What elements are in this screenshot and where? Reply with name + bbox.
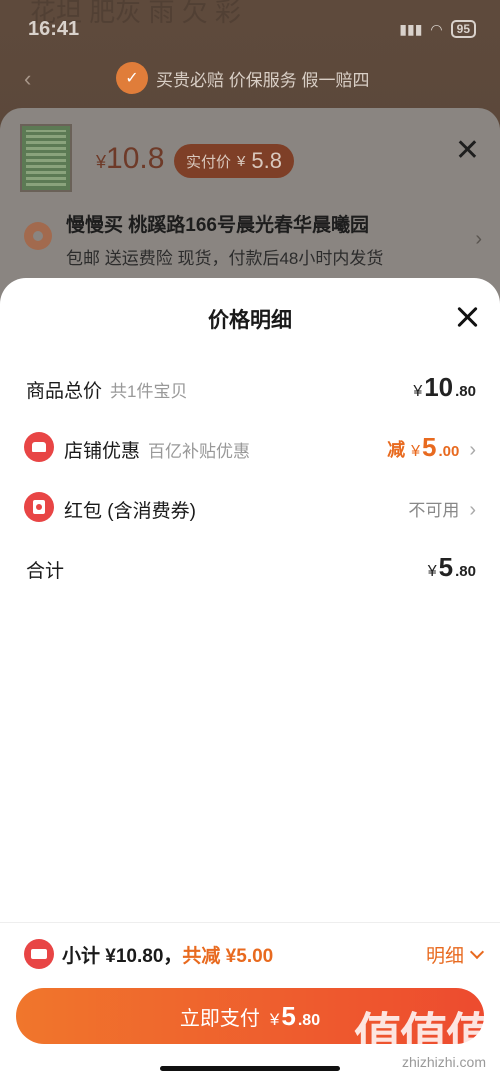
watermark-url: zhizhizhi.com (401, 1054, 486, 1070)
shield-check-icon: ✓ (116, 62, 148, 94)
back-icon: ‹ (24, 66, 32, 91)
status-time: 16:41 (28, 18, 80, 40)
guarantee-text: 买贵必赔 价保服务 假一赔四 (156, 70, 370, 90)
product-thumbnail (20, 124, 72, 192)
status-bar: 16:41 ▮▮▮ ◠ 95 (0, 0, 500, 60)
modal-title: 价格明细 (208, 309, 292, 332)
row-value: 不可用 › (408, 499, 476, 521)
home-indicator (160, 1066, 340, 1071)
row-label: 店铺优惠 百亿补贴优惠 (64, 441, 251, 462)
battery-icon: 95 (450, 20, 476, 38)
row-label: 红包 (含消费券) (64, 501, 196, 522)
real-price-badge: 实付价 ¥ 5.8 (174, 144, 294, 178)
signal-icon: ▮▮▮ (399, 20, 423, 37)
chevron-right-icon: › (469, 439, 476, 461)
row-total-price: 商品总价 共1件宝贝 ¥10.80 (0, 364, 500, 414)
red-packet-icon (24, 492, 54, 522)
address-chevron-icon[interactable]: › (475, 228, 482, 251)
chevron-down-icon (469, 944, 485, 959)
coupon-icon (24, 939, 54, 969)
shipping-info: 包邮 送运费险 现货，付款后48小时内发货 (66, 249, 384, 268)
status-icons: ▮▮▮ ◠ 95 (399, 20, 476, 38)
product-sheet-close-icon[interactable]: ✕ (455, 136, 480, 166)
row-label: 商品总价 共1件宝贝 (26, 381, 188, 402)
close-icon[interactable] (454, 304, 480, 330)
pay-button-label: 立即支付 (179, 1007, 260, 1030)
product-price: ¥10.8 (96, 142, 165, 175)
location-icon (24, 222, 52, 250)
pay-button-amount: ¥5.80 (269, 1000, 321, 1031)
address-name[interactable]: 慢慢买 桃蹊路166号晨光春华晨曦园 (66, 210, 369, 237)
bottom-summary-bar: 小计 ¥10.80，共减 ¥5.00 明细 (0, 922, 500, 982)
subtotal-text: 小计 ¥10.80，共减 ¥5.00 (62, 946, 274, 967)
chevron-right-icon: › (469, 499, 476, 521)
shop-icon (24, 432, 54, 462)
row-grand-total: 合计 ¥5.80 (0, 544, 500, 594)
row-value: ¥5.80 (427, 552, 476, 582)
row-label: 合计 (26, 561, 65, 582)
row-value: 减 ¥5.00 › (387, 432, 476, 462)
guarantee-banner: ✓ 买贵必赔 价保服务 假一赔四 (116, 60, 369, 96)
row-shop-discount[interactable]: 店铺优惠 百亿补贴优惠 减 ¥5.00 › (0, 424, 500, 474)
detail-toggle-button[interactable]: 明细 (426, 941, 485, 968)
row-value: ¥10.80 (413, 372, 476, 402)
row-red-packet[interactable]: 红包 (含消费券) 不可用 › (0, 484, 500, 534)
wifi-icon: ◠ (430, 20, 443, 37)
